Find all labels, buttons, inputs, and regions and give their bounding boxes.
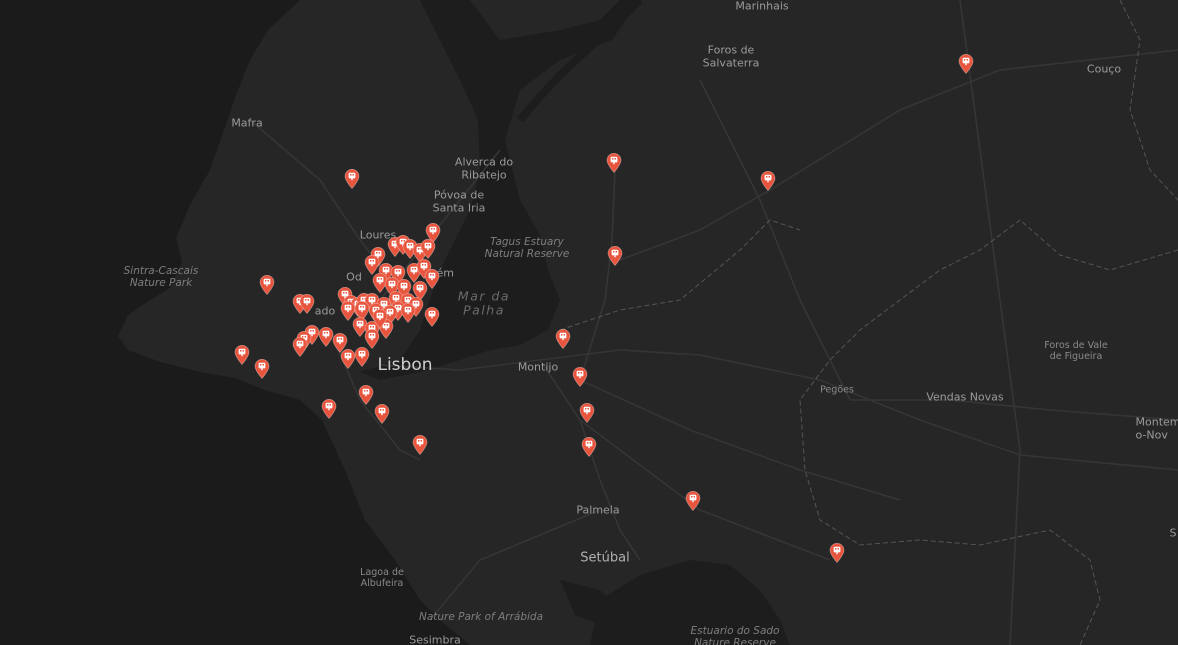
place-label-vendas-novas: Vendas Novas (926, 390, 1004, 404)
charging-station-icon (321, 399, 337, 419)
place-label-odivelas: Od (346, 270, 362, 284)
map-marker[interactable] (581, 437, 597, 457)
map-marker[interactable] (685, 491, 701, 511)
charging-station-icon (412, 435, 428, 455)
map-marker[interactable] (760, 171, 776, 191)
map-marker[interactable] (606, 153, 622, 173)
place-label-couco: Couço (1086, 62, 1122, 76)
place-label-lisbon: Lisbon (377, 355, 433, 376)
charging-station-icon (579, 403, 595, 423)
map-marker[interactable] (579, 403, 595, 423)
charging-station-icon (299, 294, 315, 314)
place-label-foros-de-salvaterra: Foros de Salvaterra (702, 43, 760, 69)
charging-station-icon (958, 54, 974, 74)
place-label-sintra-cascais: Sintra-Cascais Nature Park (123, 264, 199, 289)
map-marker[interactable] (420, 239, 436, 259)
charging-station-icon (685, 491, 701, 511)
charging-station-icon (234, 345, 250, 365)
place-label-marinhais: Marinhais (735, 0, 789, 13)
place-label-setubal: Setúbal (580, 550, 630, 566)
map-marker[interactable] (292, 337, 308, 357)
place-label-arrabida: Nature Park of Arrábida (418, 610, 544, 623)
charging-station-icon (555, 329, 571, 349)
charging-station-icon (292, 337, 308, 357)
place-label-alverca: Alverca do Ribatejo (454, 155, 514, 181)
charging-station-icon (259, 275, 275, 295)
charging-station-icon (606, 153, 622, 173)
water-label-mar-da-palha: Mar da Palha (457, 288, 511, 318)
map-marker[interactable] (372, 309, 388, 329)
map-marker[interactable] (344, 169, 360, 189)
map-marker[interactable] (400, 303, 416, 323)
charging-station-icon (354, 347, 370, 367)
place-label-tagus-estuary: Tagus Estuary Natural Reserve (484, 235, 570, 260)
map-marker[interactable] (259, 275, 275, 295)
place-label-foros-de-vale: Foros de Vale de Figueira (1044, 340, 1108, 362)
place-label-estuario-sado: Estuario do Sado Nature Reserve (690, 624, 780, 645)
place-label-edge-s: S (1169, 526, 1177, 540)
place-label-povoa: Póvoa de Santa Iria (432, 188, 486, 214)
map-marker[interactable] (254, 359, 270, 379)
charging-station-icon (572, 367, 588, 387)
charging-station-icon (760, 171, 776, 191)
charging-station-icon (254, 359, 270, 379)
map-marker[interactable] (424, 307, 440, 327)
charging-station-icon (344, 169, 360, 189)
charging-station-icon (420, 239, 436, 259)
map-marker[interactable] (412, 435, 428, 455)
charging-station-icon (581, 437, 597, 457)
basemap (0, 0, 1178, 645)
charging-station-icon (829, 543, 845, 563)
map-marker[interactable] (572, 367, 588, 387)
map-marker[interactable] (321, 399, 337, 419)
place-label-sesimbra: Sesimbra (409, 633, 461, 645)
charging-station-icon (374, 404, 390, 424)
map-marker[interactable] (299, 294, 315, 314)
map-marker[interactable] (358, 385, 374, 405)
place-label-montemor: Montem o-Nov (1135, 415, 1178, 441)
place-label-mafra: Mafra (231, 116, 263, 130)
place-label-pegoes: Pegões (820, 384, 854, 396)
map-marker[interactable] (829, 543, 845, 563)
charging-station-icon (364, 329, 380, 349)
charging-station-icon (424, 307, 440, 327)
map-marker[interactable] (958, 54, 974, 74)
charging-station-icon (400, 303, 416, 323)
place-label-palmela: Palmela (576, 503, 620, 517)
map-marker[interactable] (234, 345, 250, 365)
map-marker[interactable] (374, 404, 390, 424)
map-canvas[interactable]: Marinhais Foros de Salvaterra Couço Mafr… (0, 0, 1178, 645)
map-marker[interactable] (364, 329, 380, 349)
charging-station-icon (372, 309, 388, 329)
map-marker[interactable] (354, 347, 370, 367)
place-label-lagoa: Lagoa de Albufeira (360, 567, 404, 589)
map-marker[interactable] (607, 246, 623, 266)
charging-station-icon (607, 246, 623, 266)
place-label-montijo: Montijo (517, 360, 559, 374)
place-label-amadora: ado (314, 304, 336, 318)
map-marker[interactable] (555, 329, 571, 349)
charging-station-icon (358, 385, 374, 405)
